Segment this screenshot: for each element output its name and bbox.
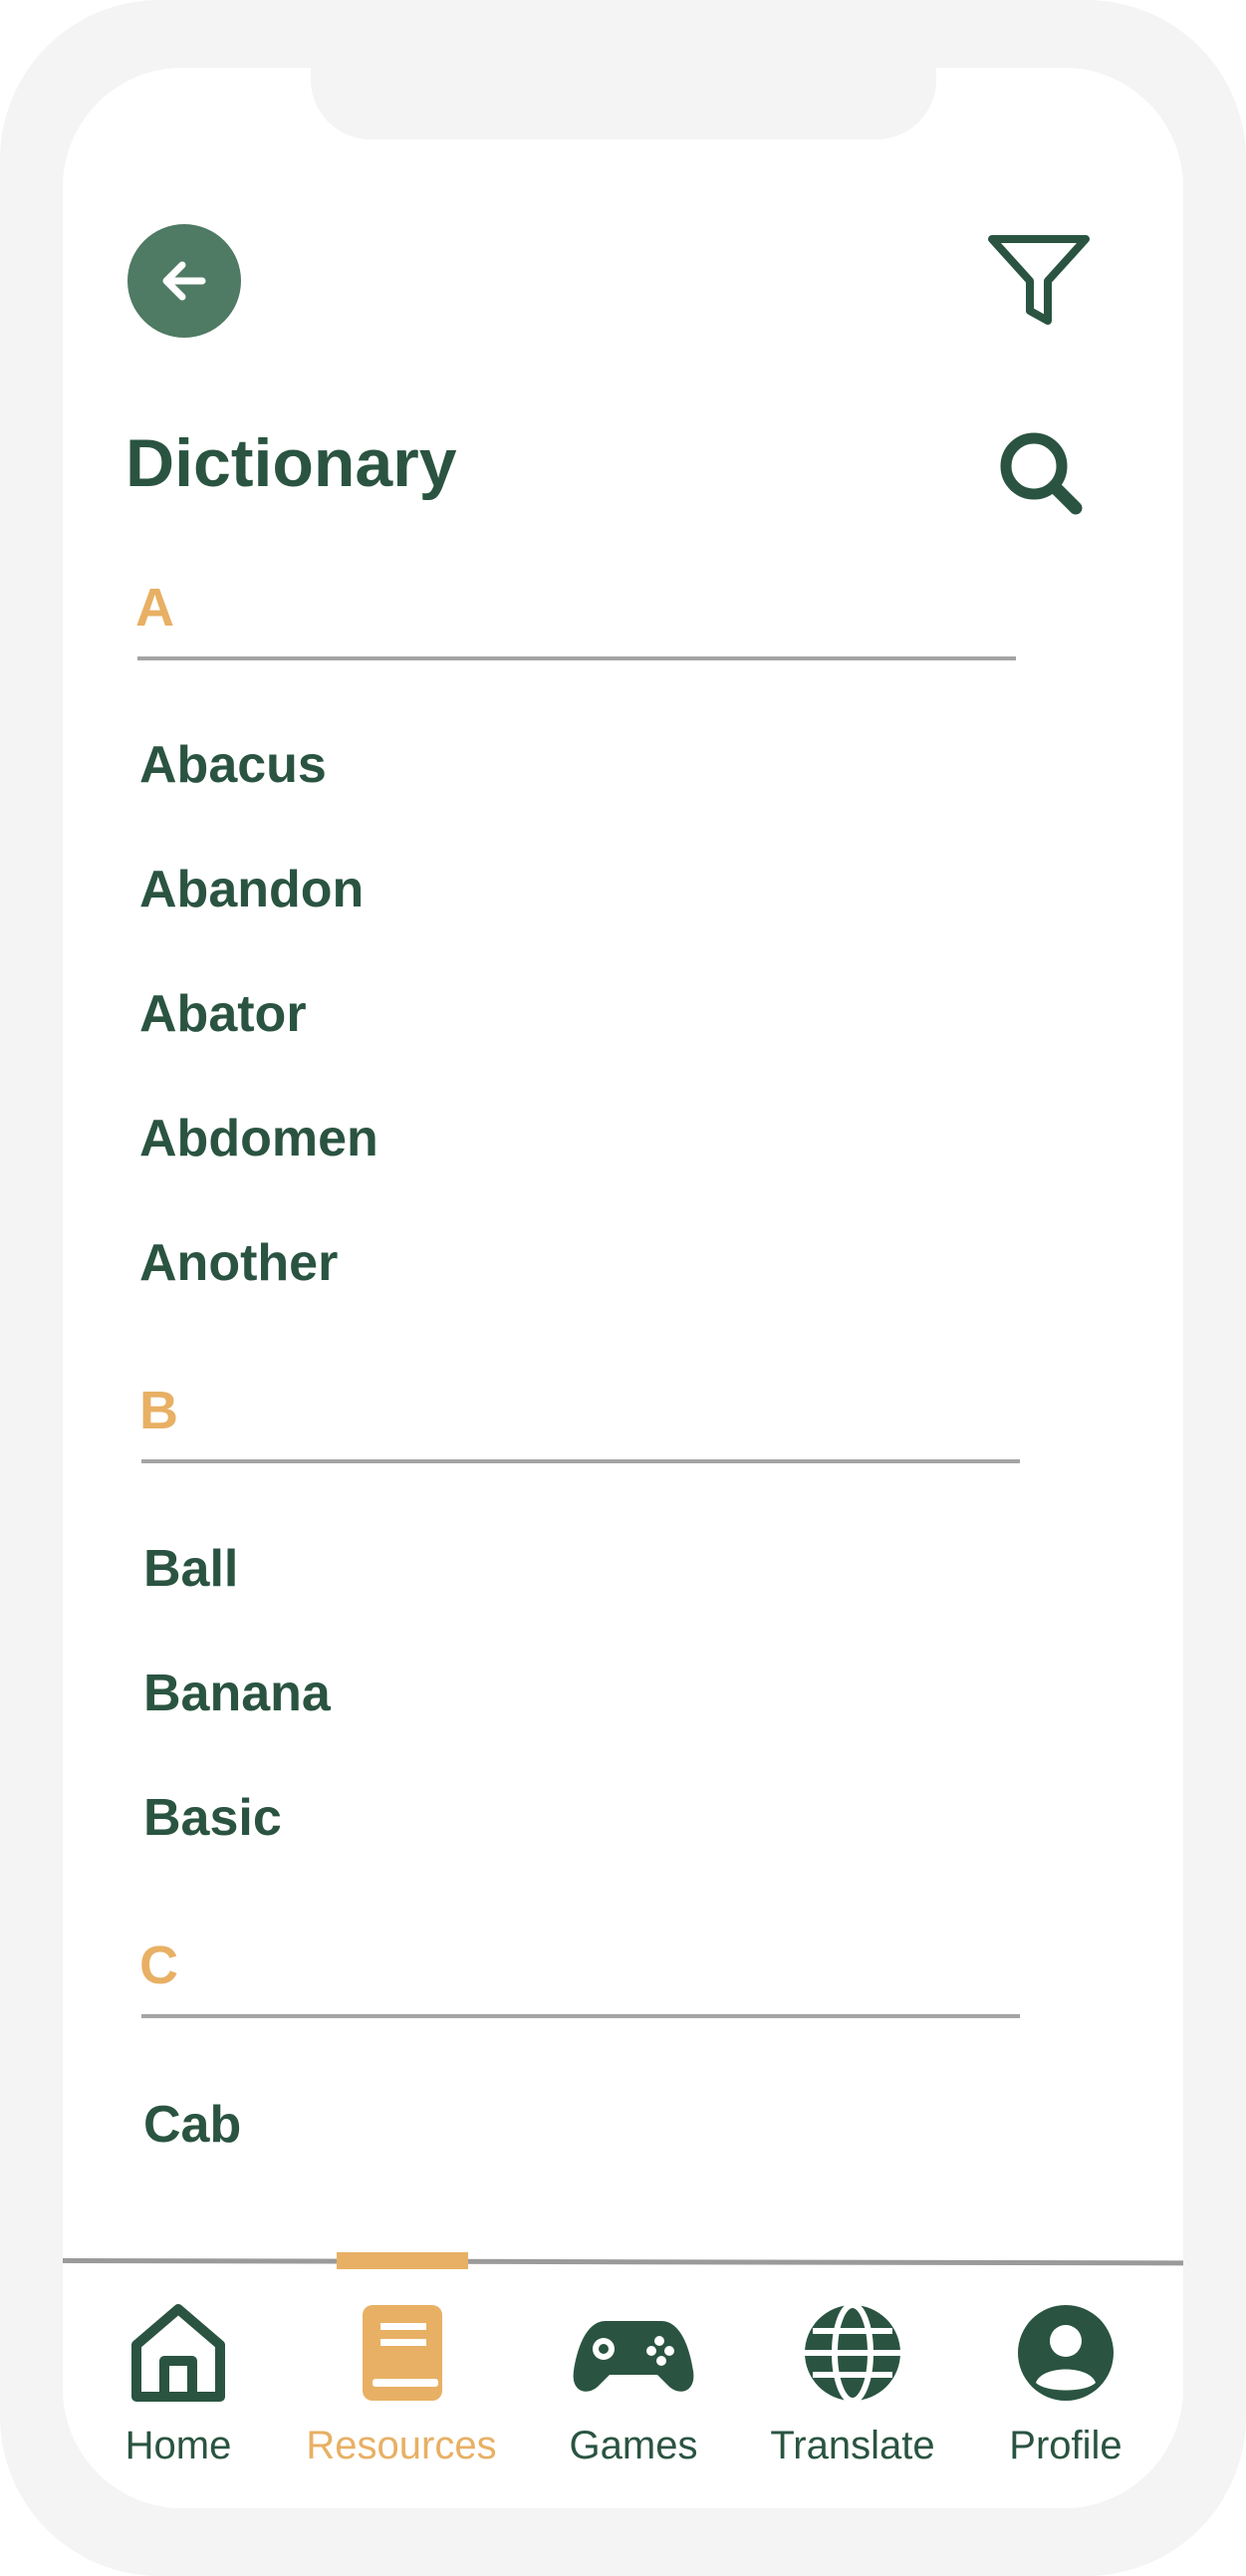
nav-games[interactable]: Games	[534, 2301, 733, 2480]
search-icon	[1000, 432, 1083, 515]
nav-label: Translate	[770, 2424, 935, 2467]
nav-home[interactable]: Home	[79, 2301, 278, 2480]
nav-profile[interactable]: Profile	[966, 2301, 1165, 2480]
section-header-b: B	[139, 1381, 178, 1440]
active-tab-indicator	[337, 2252, 468, 2269]
nav-label: Resources	[306, 2424, 497, 2467]
word-item[interactable]: Abator	[139, 984, 307, 1044]
home-icon	[131, 2304, 225, 2402]
globe-icon	[805, 2302, 900, 2404]
section-header-c: C	[139, 1935, 178, 1995]
word-item[interactable]: Abandon	[139, 860, 364, 919]
word-item[interactable]: Ball	[143, 1539, 238, 1599]
word-item[interactable]: Abacus	[139, 735, 327, 795]
book-icon	[363, 2305, 442, 2401]
word-item[interactable]: Banana	[143, 1664, 331, 1723]
section-divider	[137, 656, 1016, 660]
section-divider	[141, 2014, 1020, 2018]
gamepad-icon	[573, 2321, 694, 2392]
back-button[interactable]	[127, 224, 241, 338]
nav-label: Home	[125, 2424, 232, 2467]
search-button[interactable]	[996, 428, 1086, 518]
user-icon	[1018, 2305, 1114, 2401]
section-divider	[141, 1459, 1020, 1463]
filter-button[interactable]	[986, 231, 1092, 327]
word-item[interactable]: Cab	[143, 2095, 241, 2155]
nav-resources[interactable]: Resources	[302, 2301, 501, 2480]
word-item[interactable]: Basic	[143, 1788, 282, 1848]
page-title: Dictionary	[125, 425, 457, 501]
filter-icon	[988, 235, 1090, 325]
nav-translate[interactable]: Translate	[753, 2301, 952, 2480]
word-item[interactable]: Abdomen	[139, 1109, 378, 1168]
device-notch	[311, 68, 936, 139]
nav-label: Profile	[1009, 2424, 1122, 2467]
word-item[interactable]: Another	[139, 1233, 338, 1293]
arrow-left-icon	[162, 261, 206, 301]
section-header-a: A	[135, 578, 174, 638]
nav-label: Games	[569, 2424, 698, 2467]
